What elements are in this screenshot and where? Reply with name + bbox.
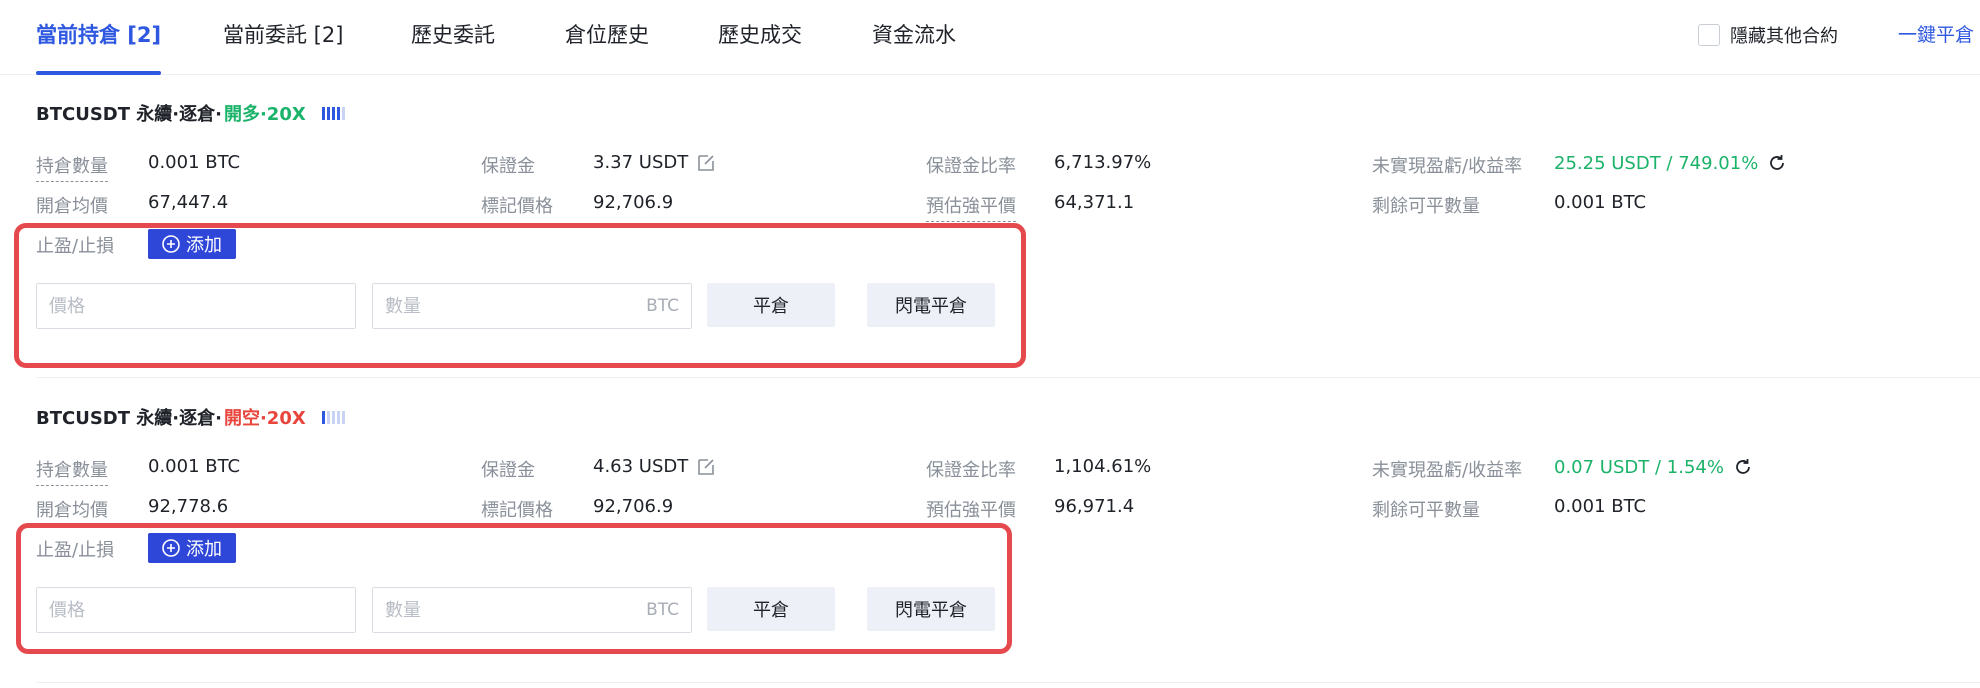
liq-price-label[interactable]: 預估強平價	[926, 192, 1016, 222]
unrealized-pnl-value: 25.25 USDT / 749.01%	[1554, 152, 1788, 174]
position-divider	[36, 682, 1980, 683]
edit-icon[interactable]	[696, 457, 716, 477]
unrealized-pnl-label: 未實現盈虧/收益率	[1372, 460, 1523, 481]
position-title: BTCUSDT 永續·逐倉· 開多·20X	[36, 100, 345, 126]
position-side: 開空·20X	[223, 408, 306, 429]
remaining-qty-label: 剩餘可平數量	[1372, 500, 1480, 521]
hide-other-checkbox[interactable]	[1698, 24, 1720, 46]
margin-ratio-value: 1,104.61%	[1054, 456, 1152, 477]
liq-price-label[interactable]: 預估強平價	[926, 496, 1016, 522]
unrealized-pnl-label: 未實現盈虧/收益率	[1372, 156, 1523, 177]
remaining-qty-label: 剩餘可平數量	[1372, 196, 1480, 217]
hold-qty-value: 0.001 BTC	[148, 152, 241, 173]
entry-price-label: 開倉均價	[36, 196, 108, 217]
leverage-bars-icon	[321, 106, 345, 120]
margin-ratio-label: 保證金比率	[926, 156, 1016, 177]
tab-current-positions[interactable]: 當前持倉 [2]	[36, 20, 162, 75]
edit-icon[interactable]	[696, 153, 716, 173]
mark-price-value: 92,706.9	[593, 496, 674, 517]
pnl-amount: 25.25 USDT / 749.01%	[1554, 152, 1759, 174]
margin-label: 保證金	[481, 156, 535, 177]
entry-price-label: 開倉均價	[36, 500, 108, 521]
pnl-amount: 0.07 USDT / 1.54%	[1554, 456, 1724, 478]
margin-value: 4.63 USDT	[593, 456, 716, 477]
position-side: 開多·20X	[223, 104, 306, 125]
position-title: BTCUSDT 永續·逐倉· 開空·20X	[36, 404, 345, 430]
tab-current-orders[interactable]: 當前委託 [2]	[223, 20, 343, 56]
mark-price-label: 標記價格	[481, 196, 553, 217]
entry-price-value: 92,778.6	[148, 496, 229, 517]
tab-position-history[interactable]: 倉位歷史	[565, 20, 649, 56]
close-all-button[interactable]: 一鍵平倉	[1898, 20, 1974, 47]
refresh-icon[interactable]	[1732, 456, 1754, 478]
hold-qty-label[interactable]: 持倉數量	[36, 456, 108, 486]
margin-value: 3.37 USDT	[593, 152, 716, 173]
hold-qty-value: 0.001 BTC	[148, 456, 241, 477]
hide-other-contracts[interactable]: 隱藏其他合約	[1698, 22, 1838, 48]
liq-price-value: 96,971.4	[1054, 496, 1135, 517]
margin-amount: 4.63 USDT	[593, 456, 689, 477]
remaining-qty-value: 0.001 BTC	[1554, 496, 1647, 517]
leverage-bars-icon	[321, 410, 345, 424]
entry-price-value: 67,447.4	[148, 192, 229, 213]
position-symbol: BTCUSDT 永續·逐倉·	[36, 408, 222, 429]
mark-price-value: 92,706.9	[593, 192, 674, 213]
margin-ratio-value: 6,713.97%	[1054, 152, 1152, 173]
margin-amount: 3.37 USDT	[593, 152, 689, 173]
tab-bar: 當前持倉 [2] 當前委託 [2] 歷史委託 倉位歷史 歷史成交 資金流水 隱藏…	[0, 0, 1980, 75]
refresh-icon[interactable]	[1766, 152, 1788, 174]
remaining-qty-value: 0.001 BTC	[1554, 192, 1647, 213]
margin-label: 保證金	[481, 460, 535, 481]
highlight-annotation	[14, 223, 1026, 368]
tab-order-history[interactable]: 歷史委託	[411, 20, 495, 56]
position-divider	[36, 377, 1980, 378]
hold-qty-label[interactable]: 持倉數量	[36, 152, 108, 182]
hide-other-label: 隱藏其他合約	[1730, 26, 1838, 47]
tab-trade-history[interactable]: 歷史成交	[718, 20, 802, 56]
unrealized-pnl-value: 0.07 USDT / 1.54%	[1554, 456, 1754, 478]
position-symbol: BTCUSDT 永續·逐倉·	[36, 104, 222, 125]
margin-ratio-label: 保證金比率	[926, 460, 1016, 481]
liq-price-value: 64,371.1	[1054, 192, 1135, 213]
mark-price-label: 標記價格	[481, 500, 553, 521]
tab-funding-flow[interactable]: 資金流水	[872, 20, 956, 56]
highlight-annotation	[16, 523, 1012, 654]
